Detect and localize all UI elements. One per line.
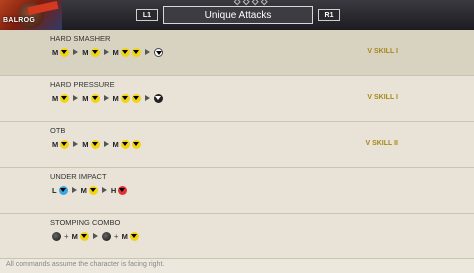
arrow-right-icon: [144, 95, 150, 101]
strength-label: M: [112, 139, 119, 149]
medium-button-icon: [131, 139, 141, 149]
strength-label: M: [52, 47, 59, 57]
medium-button-icon: [131, 93, 141, 103]
page-dot: [251, 0, 259, 6]
strength-label: M: [52, 139, 59, 149]
move-tag: V SKILL I: [367, 94, 398, 101]
strength-label: M: [52, 93, 59, 103]
move-tag: V SKILL II: [365, 140, 398, 147]
prev-tab-button[interactable]: L1: [136, 9, 158, 21]
medium-button-icon: [60, 47, 70, 57]
medium-button-icon: [90, 139, 100, 149]
character-name: BALROG: [3, 17, 36, 24]
page-dot: [260, 0, 268, 6]
move-row[interactable]: STOMPING COMBO + M + M: [0, 214, 474, 260]
strength-label: M: [80, 185, 87, 195]
punch-button-icon: [153, 93, 163, 103]
strength-label: H: [110, 185, 117, 195]
command-sequence: MMM: [52, 45, 163, 59]
header-bar: BALROG L1 Unique Attacks R1: [0, 0, 474, 30]
move-name: HARD SMASHER: [50, 34, 111, 43]
arrow-right-icon: [71, 187, 77, 193]
plus-icon: +: [64, 231, 69, 241]
strength-label: M: [112, 93, 119, 103]
move-name: UNDER IMPACT: [50, 172, 107, 181]
page-dot: [242, 0, 250, 6]
medium-button-icon: [120, 139, 130, 149]
medium-button-icon: [90, 93, 100, 103]
medium-button-icon: [60, 93, 70, 103]
character-portrait: [0, 0, 62, 30]
move-tag: V SKILL I: [367, 48, 398, 55]
medium-button-icon: [129, 231, 139, 241]
move-row[interactable]: UNDER IMPACT L M H: [0, 168, 474, 214]
arrow-right-icon: [103, 95, 109, 101]
move-row[interactable]: HARD PRESSURE M M M V SKILL I: [0, 76, 474, 122]
page-title: Unique Attacks: [163, 6, 313, 24]
joystick-neutral-icon: [52, 231, 61, 241]
move-row[interactable]: HARD SMASHER M M M V SKILL I: [0, 30, 474, 76]
strength-label: M: [112, 47, 119, 57]
command-sequence: LMH: [52, 183, 128, 197]
medium-button-icon: [90, 47, 100, 57]
medium-button-icon: [79, 231, 89, 241]
next-tab-button[interactable]: R1: [318, 9, 340, 21]
medium-button-icon: [120, 93, 130, 103]
command-sequence: MMM: [52, 137, 141, 151]
arrow-right-icon: [103, 141, 109, 147]
medium-button-icon: [60, 139, 70, 149]
move-name: STOMPING COMBO: [50, 218, 121, 227]
strength-label: M: [71, 231, 78, 241]
arrow-right-icon: [73, 141, 79, 147]
heavy-button-icon: [118, 185, 128, 195]
move-list: HARD SMASHER M M M V SKILL I HARD PRESSURE…: [0, 30, 474, 260]
arrow-right-icon: [73, 95, 79, 101]
arrow-right-icon: [92, 233, 98, 239]
strength-label: L: [52, 185, 57, 195]
medium-button-icon: [131, 47, 141, 57]
footer-bar: All commands assume the character is fac…: [0, 258, 474, 273]
strength-label: M: [82, 139, 89, 149]
arrow-right-icon: [73, 49, 79, 55]
page-dot: [233, 0, 241, 6]
strength-label: M: [82, 93, 89, 103]
footer-note: All commands assume the character is fac…: [6, 261, 165, 268]
strength-label: M: [82, 47, 89, 57]
command-sequence: MMM: [52, 91, 163, 105]
joystick-neutral-icon: [101, 231, 111, 241]
move-name: HARD PRESSURE: [50, 80, 115, 89]
arrow-right-icon: [101, 187, 107, 193]
light-button-icon: [58, 185, 68, 195]
command-sequence: + M + M: [52, 229, 139, 243]
medium-button-icon: [88, 185, 98, 195]
move-name: OTB: [50, 126, 66, 135]
medium-button-icon: [120, 47, 130, 57]
arrow-right-icon: [103, 49, 109, 55]
kick-button-icon: [153, 47, 163, 57]
move-row[interactable]: OTB M M M V SKILL II: [0, 122, 474, 168]
arrow-right-icon: [144, 49, 150, 55]
strength-label: M: [121, 231, 128, 241]
plus-icon: +: [113, 231, 119, 241]
